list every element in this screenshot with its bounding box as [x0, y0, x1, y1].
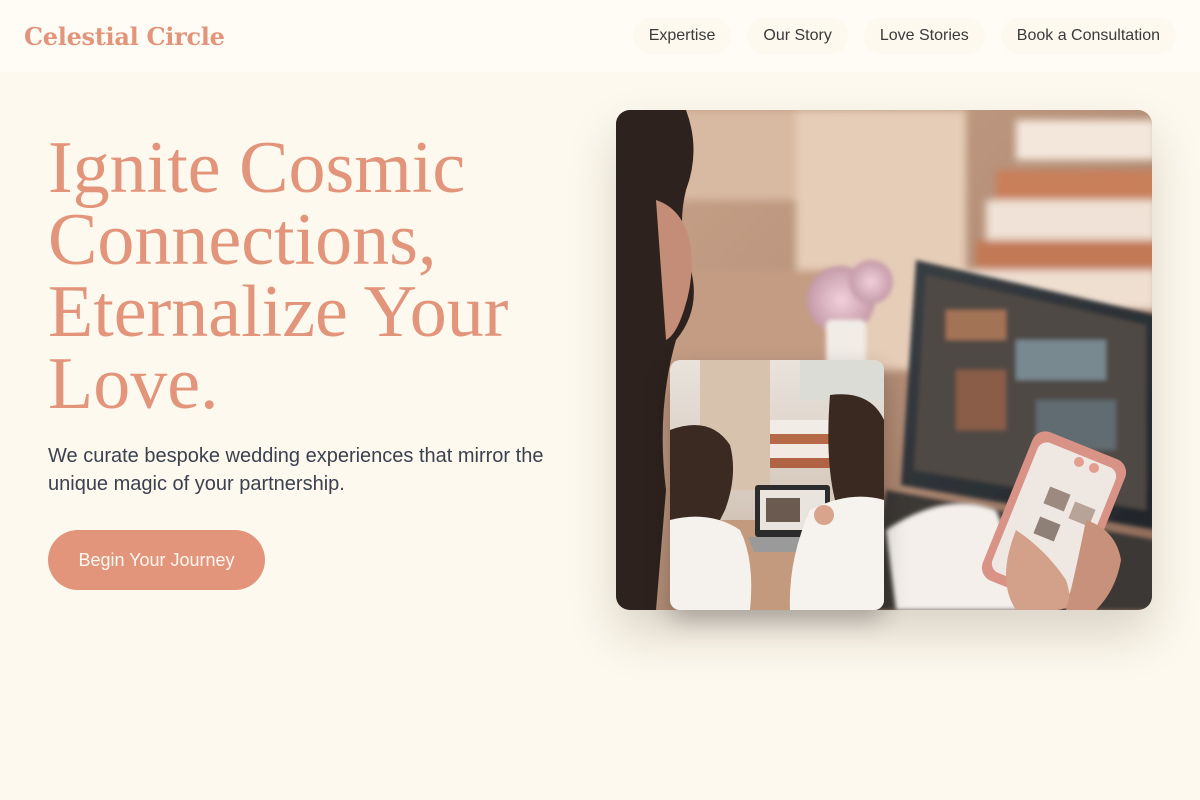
begin-journey-button[interactable]: Begin Your Journey: [48, 530, 265, 590]
hero-inset-photo: [670, 360, 884, 610]
nav-link-love-stories[interactable]: Love Stories: [863, 17, 985, 55]
two-women-laptop-photo: [670, 360, 884, 610]
nav-links: Expertise Our Story Love Stories Book a …: [632, 17, 1176, 55]
hero-title: Ignite Cosmic Connections, Eternalize Yo…: [48, 127, 509, 425]
nav-link-expertise[interactable]: Expertise: [632, 17, 732, 55]
brand-logo[interactable]: Celestial Circle: [24, 22, 225, 51]
nav-link-our-story[interactable]: Our Story: [747, 17, 848, 55]
nav-link-book-consultation[interactable]: Book a Consultation: [1000, 17, 1176, 55]
top-navigation: Celestial Circle Expertise Our Story Lov…: [0, 0, 1200, 72]
hero-subtitle: We curate bespoke wedding experiences th…: [48, 445, 544, 495]
